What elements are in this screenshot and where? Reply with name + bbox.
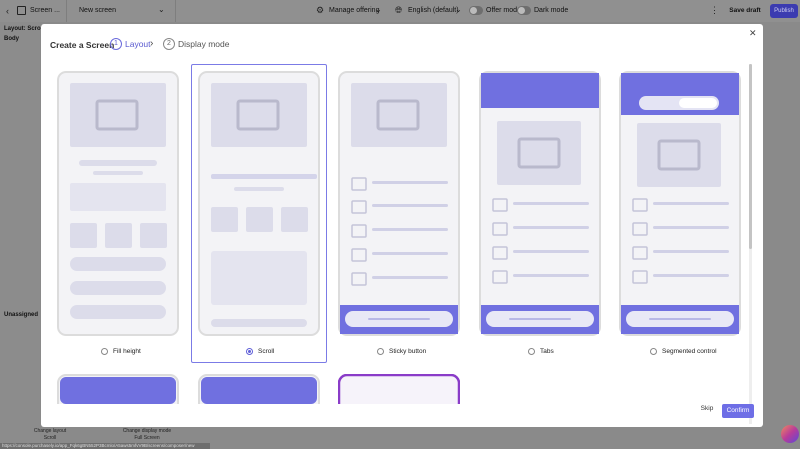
- chevron-right-icon: ›: [150, 38, 154, 49]
- option-label: Segmented control: [662, 348, 717, 355]
- change-display-mode-button[interactable]: Change display mode Full Screen: [117, 428, 177, 442]
- display-mode-value: Full Screen: [134, 435, 160, 441]
- layout-card-row2-2[interactable]: [198, 374, 320, 404]
- dark-mode-label: Dark mode: [534, 7, 569, 14]
- chat-widget-icon[interactable]: [781, 425, 799, 443]
- layout-card-scroll[interactable]: [191, 64, 327, 363]
- step-label: Layout: [125, 39, 151, 49]
- divider: [66, 0, 67, 22]
- offer-mode-toggle[interactable]: [469, 6, 483, 15]
- tree-item-body[interactable]: Body: [4, 36, 19, 42]
- skip-button[interactable]: Skip: [696, 405, 718, 412]
- radio-scroll[interactable]: [246, 348, 253, 355]
- left-panel: [0, 22, 40, 449]
- segmented-control-preview-image: [619, 71, 741, 336]
- step-number: 2: [163, 38, 175, 50]
- chevron-down-icon[interactable]: ⌄: [158, 5, 165, 14]
- layout-card-fill-height[interactable]: [57, 71, 182, 341]
- layout-card-row2-1[interactable]: [57, 374, 179, 404]
- step-number: 1: [110, 38, 122, 50]
- option-tabs[interactable]: Tabs: [528, 348, 554, 355]
- offering-icon: ⚙: [316, 5, 325, 15]
- step-layout[interactable]: 1 Layout: [110, 38, 151, 50]
- back-icon[interactable]: ‹: [6, 6, 14, 16]
- publish-button[interactable]: Publish: [770, 4, 798, 18]
- globe-icon: 🌐︎: [395, 5, 403, 15]
- screen-icon: [17, 6, 26, 15]
- change-display-mode-label: Change display mode: [122, 428, 172, 434]
- change-layout-label: Change layout: [33, 428, 67, 434]
- layout-value: Scroll: [43, 435, 57, 441]
- layout-label: Layout: Scroll: [4, 26, 45, 32]
- option-label: Fill height: [113, 348, 141, 355]
- change-layout-button[interactable]: Change layout Scroll: [20, 428, 80, 442]
- confirm-button[interactable]: Confirm: [722, 404, 754, 418]
- scroll-preview-image: [198, 71, 320, 336]
- radio-sticky-button[interactable]: [377, 348, 384, 355]
- layout-card-sticky-button[interactable]: [338, 71, 463, 341]
- option-fill-height[interactable]: Fill height: [101, 348, 141, 355]
- layout-card-segmented-control[interactable]: [619, 71, 744, 341]
- screen-name[interactable]: Screen ...: [30, 7, 60, 14]
- option-label: Scroll: [258, 348, 275, 355]
- option-scroll[interactable]: Scroll: [246, 348, 274, 355]
- screen-selector[interactable]: New screen: [79, 7, 116, 14]
- layout-card-tabs[interactable]: [479, 71, 604, 341]
- close-icon[interactable]: ✕: [749, 28, 757, 39]
- option-label: Sticky button: [389, 348, 427, 355]
- radio-tabs[interactable]: [528, 348, 535, 355]
- offer-mode-label: Offer mode: [486, 7, 521, 14]
- top-bar: ‹ Screen ... New screen ⌄ ⚙ Manage offer…: [0, 0, 800, 22]
- dark-mode-toggle[interactable]: [517, 6, 531, 15]
- option-label: Tabs: [540, 348, 554, 355]
- radio-segmented-control[interactable]: [650, 348, 657, 355]
- tree-item-unassigned[interactable]: Unassigned: [4, 312, 38, 318]
- layout-card-row2-3[interactable]: [338, 374, 460, 404]
- modal-title: Create a Screen: [50, 40, 115, 50]
- tabs-preview-image: [479, 71, 601, 336]
- chevron-down-icon[interactable]: ⌄: [455, 5, 462, 14]
- option-segmented-control[interactable]: Segmented control: [650, 348, 717, 355]
- option-sticky-button[interactable]: Sticky button: [377, 348, 426, 355]
- radio-fill-height[interactable]: [101, 348, 108, 355]
- more-options-icon[interactable]: ⋮: [710, 5, 719, 16]
- manage-offering-dropdown[interactable]: Manage offering: [329, 7, 379, 14]
- create-screen-modal: Create a Screen 1 Layout › 2 Display mod…: [41, 24, 763, 427]
- status-url: https://console.purchasely.io/app_Fqk6gB…: [0, 443, 210, 449]
- divider: [175, 0, 176, 22]
- fill-height-preview-image: [57, 71, 179, 336]
- chevron-down-icon[interactable]: ⌄: [375, 5, 382, 14]
- save-draft-button[interactable]: Save draft: [726, 5, 764, 17]
- step-display-mode[interactable]: 2 Display mode: [163, 38, 230, 50]
- scrollbar-thumb[interactable]: [749, 64, 752, 249]
- language-dropdown[interactable]: English (default): [408, 7, 459, 14]
- sticky-button-preview-image: [338, 71, 460, 336]
- step-label: Display mode: [178, 39, 230, 49]
